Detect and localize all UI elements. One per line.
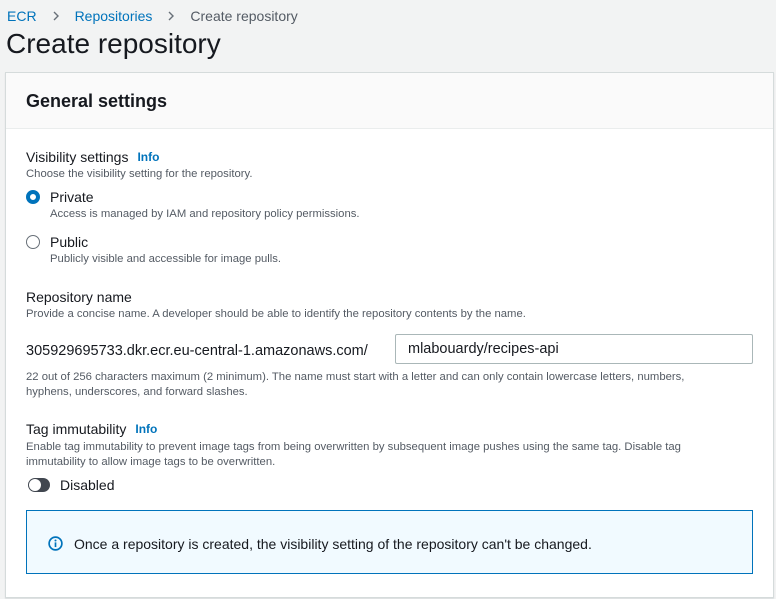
- panel-header: General settings: [6, 73, 773, 129]
- private-radio-description: Access is managed by IAM and repository …: [50, 208, 360, 220]
- breadcrumb-ecr-link[interactable]: ECR: [7, 8, 37, 24]
- repository-name-input[interactable]: [395, 334, 753, 364]
- repository-name-label-text: Repository name: [26, 289, 132, 305]
- private-radio[interactable]: [26, 190, 40, 204]
- tag-immutability-info-link[interactable]: Info: [135, 422, 157, 436]
- public-radio-label[interactable]: Public: [50, 234, 88, 250]
- repository-name-description: Provide a concise name. A developer shou…: [26, 308, 526, 320]
- tag-immutability-label: Tag immutability Info: [26, 421, 157, 437]
- chevron-right-icon: [166, 11, 176, 21]
- page-title: Create repository: [6, 28, 221, 59]
- tag-immutability-toggle-label: Disabled: [60, 477, 115, 493]
- tag-immutability-label-text: Tag immutability: [26, 421, 127, 437]
- toggle-knob: [29, 479, 41, 491]
- repository-name-constraint-line1: 22 out of 256 characters maximum (2 mini…: [26, 371, 685, 383]
- repository-name-label: Repository name: [26, 289, 132, 305]
- visibility-settings-label-text: Visibility settings: [26, 149, 129, 165]
- visibility-settings-description: Choose the visibility setting for the re…: [26, 168, 253, 180]
- breadcrumb-repositories-link[interactable]: Repositories: [75, 8, 153, 24]
- private-radio-label[interactable]: Private: [50, 189, 94, 205]
- alert-text: Once a repository is created, the visibi…: [74, 536, 592, 552]
- visibility-settings-label: Visibility settings Info: [26, 149, 159, 165]
- chevron-right-icon: [51, 11, 61, 21]
- visibility-info-alert: Once a repository is created, the visibi…: [26, 510, 753, 574]
- breadcrumb: ECR Repositories Create repository: [7, 7, 298, 25]
- repository-name-constraint-line2: hyphens, underscores, and forward slashe…: [26, 386, 248, 398]
- public-radio[interactable]: [26, 235, 40, 249]
- tag-immutability-description-line1: Enable tag immutability to prevent image…: [26, 441, 681, 453]
- panel-heading: General settings: [26, 91, 168, 111]
- breadcrumb-current: Create repository: [190, 8, 298, 24]
- visibility-info-link[interactable]: Info: [137, 150, 159, 164]
- general-settings-panel: General settings Visibility settings Inf…: [5, 72, 774, 598]
- public-radio-description: Publicly visible and accessible for imag…: [50, 253, 282, 265]
- tag-immutability-description-line2: immutability to allow image tags to be o…: [26, 456, 276, 468]
- tag-immutability-toggle[interactable]: [28, 478, 50, 492]
- repository-uri-prefix: 305929695733.dkr.ecr.eu-central-1.amazon…: [26, 343, 368, 359]
- info-circle-icon: [48, 536, 63, 551]
